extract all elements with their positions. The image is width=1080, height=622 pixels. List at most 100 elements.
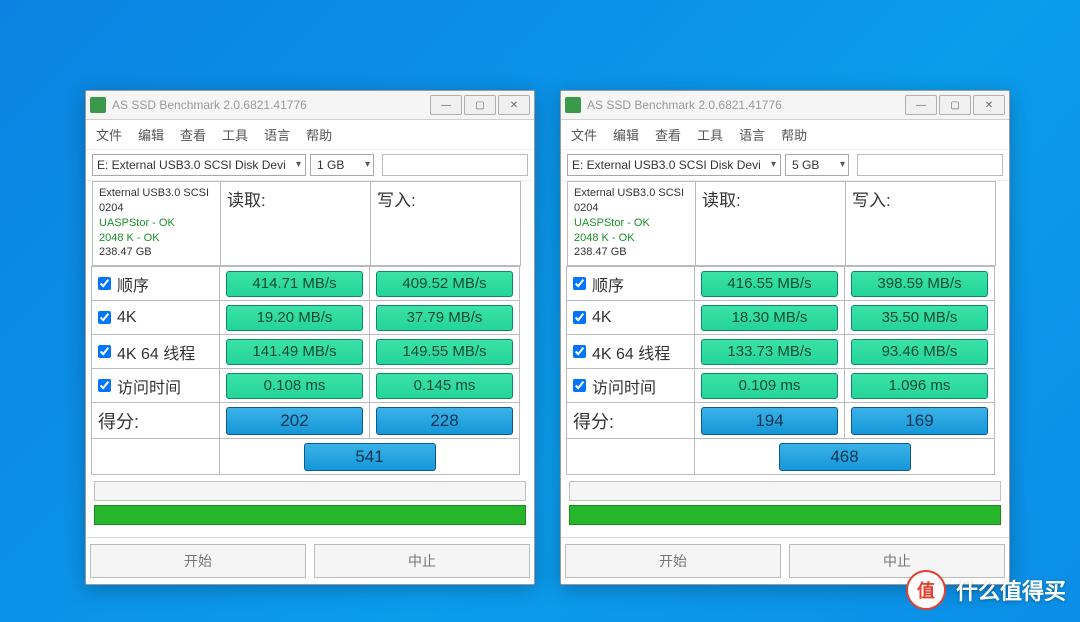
score-write: 169 — [851, 407, 988, 435]
4k-write: 37.79 MB/s — [376, 305, 513, 331]
device-fw: 0204 — [574, 201, 689, 216]
acc-write: 1.096 ms — [851, 373, 988, 399]
close-button[interactable]: ✕ — [498, 95, 530, 115]
4k-write: 35.50 MB/s — [851, 305, 988, 331]
seq-check[interactable] — [573, 277, 586, 290]
drive-select[interactable]: E: External USB3.0 SCSI Disk Devi — [567, 154, 781, 176]
row-4k: 4K — [566, 300, 695, 335]
driver-status: UASPStor - OK — [574, 216, 689, 231]
menu-view[interactable]: 查看 — [180, 125, 206, 144]
menu-file[interactable]: 文件 — [96, 125, 122, 144]
device-info: External USB3.0 SCSI 0204 UASPStor - OK … — [92, 181, 221, 266]
score-total: 468 — [779, 443, 911, 471]
col-write: 写入: — [370, 181, 521, 266]
acc-check[interactable] — [98, 379, 111, 392]
compare-input[interactable] — [857, 154, 1003, 176]
row-acc: 访问时间 — [566, 368, 695, 403]
col-write: 写入: — [845, 181, 996, 266]
desktop: AS SSD Benchmark 2.0.6821.41776 — ▢ ✕ 文件… — [0, 0, 1080, 622]
col-read: 读取: — [695, 181, 846, 266]
seq-check[interactable] — [98, 277, 111, 290]
maximize-button[interactable]: ▢ — [939, 95, 971, 115]
toolbar: E: External USB3.0 SCSI Disk Devi 5 GB — [561, 150, 1009, 181]
size-select[interactable]: 5 GB — [785, 154, 849, 176]
device-fw: 0204 — [99, 201, 214, 216]
score-write: 228 — [376, 407, 513, 435]
score-read: 202 — [226, 407, 363, 435]
seq-read: 414.71 MB/s — [226, 271, 363, 297]
menu-lang[interactable]: 语言 — [264, 125, 290, 144]
assd-window-2: AS SSD Benchmark 2.0.6821.41776 — ▢ ✕ 文件… — [560, 90, 1010, 585]
start-button[interactable]: 开始 — [90, 544, 306, 578]
watermark-text: 什么值得买 — [956, 574, 1066, 606]
4k64-read: 133.73 MB/s — [701, 339, 838, 365]
menu-help[interactable]: 帮助 — [306, 125, 332, 144]
menu-view[interactable]: 查看 — [655, 125, 681, 144]
acc-write: 0.145 ms — [376, 373, 513, 399]
device-size: 238.47 GB — [99, 245, 214, 260]
align-status: 2048 K - OK — [574, 231, 689, 246]
4k-read: 19.20 MB/s — [226, 305, 363, 331]
4k-read: 18.30 MB/s — [701, 305, 838, 331]
watermark: 值 什么值得买 — [906, 570, 1066, 610]
stop-button[interactable]: 中止 — [314, 544, 530, 578]
progress-bar-2 — [94, 505, 526, 525]
total-spacer — [91, 438, 220, 475]
compare-input[interactable] — [382, 154, 528, 176]
titlebar[interactable]: AS SSD Benchmark 2.0.6821.41776 — ▢ ✕ — [86, 91, 534, 120]
progress-bar-1 — [94, 481, 526, 501]
4k-check[interactable] — [573, 311, 586, 324]
4k64-check[interactable] — [98, 345, 111, 358]
menu-lang[interactable]: 语言 — [739, 125, 765, 144]
driver-status: UASPStor - OK — [99, 216, 214, 231]
score-total: 541 — [304, 443, 436, 471]
seq-write: 398.59 MB/s — [851, 271, 988, 297]
row-4k64: 4K 64 线程 — [91, 334, 220, 369]
size-select[interactable]: 1 GB — [310, 154, 374, 176]
menu-edit[interactable]: 编辑 — [138, 125, 164, 144]
device-info: External USB3.0 SCSI 0204 UASPStor - OK … — [567, 181, 696, 266]
row-4k64: 4K 64 线程 — [566, 334, 695, 369]
close-button[interactable]: ✕ — [973, 95, 1005, 115]
total-spacer — [566, 438, 695, 475]
window-title: AS SSD Benchmark 2.0.6821.41776 — [112, 98, 428, 112]
col-read: 读取: — [220, 181, 371, 266]
row-score: 得分: — [566, 402, 695, 439]
4k-check[interactable] — [98, 311, 111, 324]
device-name: External USB3.0 SCSI — [99, 186, 214, 201]
4k64-write: 93.46 MB/s — [851, 339, 988, 365]
minimize-button[interactable]: — — [905, 95, 937, 115]
row-seq: 顺序 — [91, 266, 220, 301]
score-read: 194 — [701, 407, 838, 435]
row-acc: 访问时间 — [91, 368, 220, 403]
4k64-read: 141.49 MB/s — [226, 339, 363, 365]
row-4k: 4K — [91, 300, 220, 335]
acc-check[interactable] — [573, 379, 586, 392]
align-status: 2048 K - OK — [99, 231, 214, 246]
4k64-check[interactable] — [573, 345, 586, 358]
4k64-write: 149.55 MB/s — [376, 339, 513, 365]
menu-edit[interactable]: 编辑 — [613, 125, 639, 144]
app-icon — [565, 97, 581, 113]
minimize-button[interactable]: — — [430, 95, 462, 115]
row-seq: 顺序 — [566, 266, 695, 301]
titlebar[interactable]: AS SSD Benchmark 2.0.6821.41776 — ▢ ✕ — [561, 91, 1009, 120]
acc-read: 0.108 ms — [226, 373, 363, 399]
menubar: 文件 编辑 查看 工具 语言 帮助 — [561, 120, 1009, 150]
menu-tools[interactable]: 工具 — [697, 125, 723, 144]
maximize-button[interactable]: ▢ — [464, 95, 496, 115]
menu-tools[interactable]: 工具 — [222, 125, 248, 144]
toolbar: E: External USB3.0 SCSI Disk Devi 1 GB — [86, 150, 534, 181]
seq-read: 416.55 MB/s — [701, 271, 838, 297]
app-icon — [90, 97, 106, 113]
device-name: External USB3.0 SCSI — [574, 186, 689, 201]
acc-read: 0.109 ms — [701, 373, 838, 399]
seq-write: 409.52 MB/s — [376, 271, 513, 297]
progress-bar-2 — [569, 505, 1001, 525]
watermark-logo: 值 — [906, 570, 946, 610]
start-button[interactable]: 开始 — [565, 544, 781, 578]
menu-file[interactable]: 文件 — [571, 125, 597, 144]
progress-bar-1 — [569, 481, 1001, 501]
menu-help[interactable]: 帮助 — [781, 125, 807, 144]
drive-select[interactable]: E: External USB3.0 SCSI Disk Devi — [92, 154, 306, 176]
